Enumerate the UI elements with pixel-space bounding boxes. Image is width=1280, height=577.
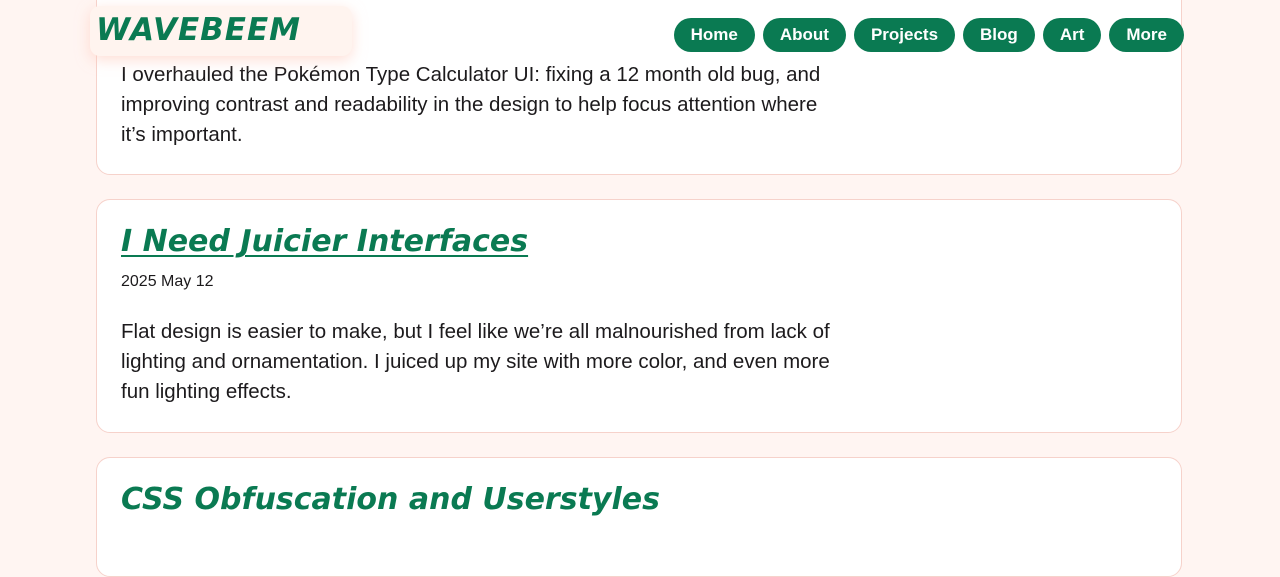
post-summary: I overhauled the Pokémon Type Calculator…: [121, 63, 821, 146]
nav-about-button[interactable]: About: [762, 18, 846, 52]
nav-art-button[interactable]: Art: [1042, 18, 1102, 52]
post-title: CSS Obfuscation and Userstyles: [121, 480, 660, 520]
main-nav: Home About Projects Blog Art More: [673, 18, 1184, 52]
post-card: CSS Obfuscation and Userstyles: [96, 457, 1182, 577]
post-date: 2025 May 12: [121, 273, 214, 290]
post-title-link[interactable]: I Need Juicier Interfaces: [121, 224, 528, 259]
nav-blog-button[interactable]: Blog: [963, 18, 1035, 52]
nav-more-button[interactable]: More: [1109, 18, 1184, 52]
nav-home-button[interactable]: Home: [673, 18, 755, 52]
nav-projects-button[interactable]: Projects: [853, 18, 956, 52]
site-logo[interactable]: WAVEBEEM: [96, 10, 301, 50]
post-card: I Need Juicier Interfaces 2025 May 12 Fl…: [96, 199, 1182, 433]
post-title: I Need Juicier Interfaces: [121, 222, 528, 262]
post-summary: Flat design is easier to make, but I fee…: [121, 320, 830, 403]
logo-badge[interactable]: WAVEBEEM: [90, 6, 352, 56]
